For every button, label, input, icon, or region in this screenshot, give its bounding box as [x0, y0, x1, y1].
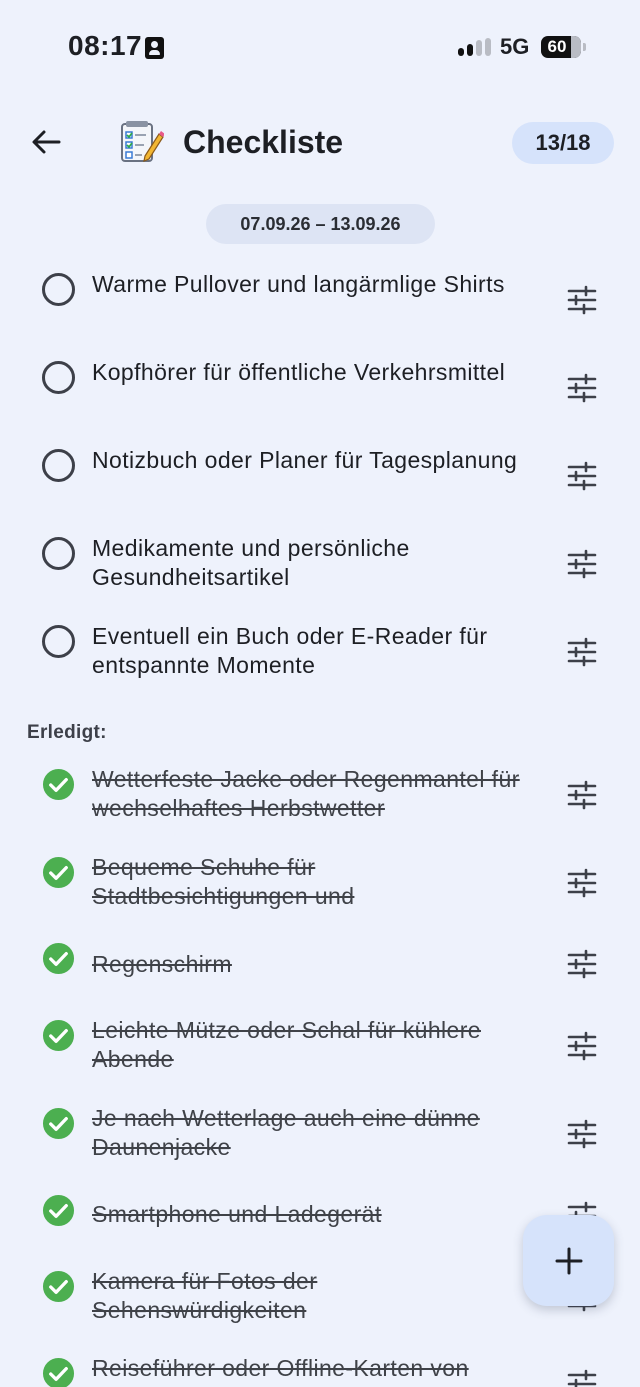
- item-text: Medikamente und persönliche Gesundheitsa…: [92, 535, 410, 590]
- signal-icon: [458, 38, 491, 56]
- checkbox-unchecked[interactable]: [42, 625, 75, 658]
- item-text: Leichte Mütze oder Schal für kühlere Abe…: [92, 1017, 481, 1072]
- check-circle-icon[interactable]: [42, 1194, 75, 1227]
- page-title: Checkliste: [183, 124, 344, 160]
- tune-icon[interactable]: [566, 636, 598, 668]
- tune-icon[interactable]: [566, 284, 598, 316]
- item-text: Kamera für Fotos der Sehenswürdigkeiten: [92, 1268, 318, 1323]
- check-circle-icon[interactable]: [42, 1270, 75, 1303]
- arrow-left-icon: [32, 130, 61, 154]
- item-text: Wetterfeste Jacke oder Regenmantel für w…: [92, 766, 520, 821]
- check-circle-icon[interactable]: [42, 1019, 75, 1052]
- item-text: Bequeme Schuhe für Stadtbesichtigungen u…: [92, 854, 355, 909]
- checkbox-unchecked[interactable]: [42, 273, 75, 306]
- tune-icon[interactable]: [566, 460, 598, 492]
- check-circle-icon[interactable]: [42, 768, 75, 801]
- checkbox-unchecked[interactable]: [42, 361, 75, 394]
- tune-icon[interactable]: [566, 1030, 598, 1062]
- battery-icon: 60: [541, 36, 586, 58]
- add-item-button[interactable]: [523, 1215, 614, 1306]
- check-circle-icon[interactable]: [42, 1357, 75, 1387]
- tune-icon[interactable]: [566, 372, 598, 404]
- item-text: Notizbuch oder Planer für Tagesplanung: [92, 447, 518, 473]
- item-text: Smartphone und Ladegerät: [92, 1201, 382, 1227]
- progress-counter-badge: 13/18: [512, 122, 614, 164]
- checkbox-unchecked[interactable]: [42, 449, 75, 482]
- check-circle-icon[interactable]: [42, 856, 75, 889]
- check-circle-icon[interactable]: [42, 942, 75, 975]
- tune-icon[interactable]: [566, 548, 598, 580]
- status-time: 08:17: [68, 30, 143, 61]
- tune-icon[interactable]: [566, 1368, 598, 1387]
- item-text: Je nach Wetterlage auch eine dünne Daune…: [92, 1105, 480, 1160]
- status-bar: 08:17 5G 60: [0, 0, 640, 96]
- item-text: Warme Pullover und langärmlige Shirts: [92, 271, 505, 297]
- tune-icon[interactable]: [566, 948, 598, 980]
- item-text: Eventuell ein Buch oder E-Reader für ent…: [92, 623, 488, 678]
- done-section-label: Erledigt:: [27, 722, 107, 743]
- battery-level: 60: [547, 37, 567, 56]
- item-text: Reiseführer oder Offline-Karten von: [92, 1355, 469, 1381]
- item-text: Regenschirm: [92, 951, 232, 977]
- tune-icon[interactable]: [566, 1118, 598, 1150]
- back-button[interactable]: [24, 122, 68, 162]
- tune-icon[interactable]: [566, 779, 598, 811]
- item-text: Kopfhörer für öffentliche Verkehrsmittel: [92, 359, 506, 385]
- checkbox-unchecked[interactable]: [42, 537, 75, 570]
- network-type: 5G: [500, 34, 530, 59]
- date-range-chip[interactable]: 07.09.26 – 13.09.26: [206, 204, 435, 244]
- tune-icon[interactable]: [566, 867, 598, 899]
- header: Checkliste 13/18: [0, 110, 640, 174]
- check-circle-icon[interactable]: [42, 1107, 75, 1140]
- plus-icon: [555, 1247, 582, 1274]
- id-card-icon: [145, 37, 164, 59]
- checklist-notepad-icon: [121, 121, 164, 162]
